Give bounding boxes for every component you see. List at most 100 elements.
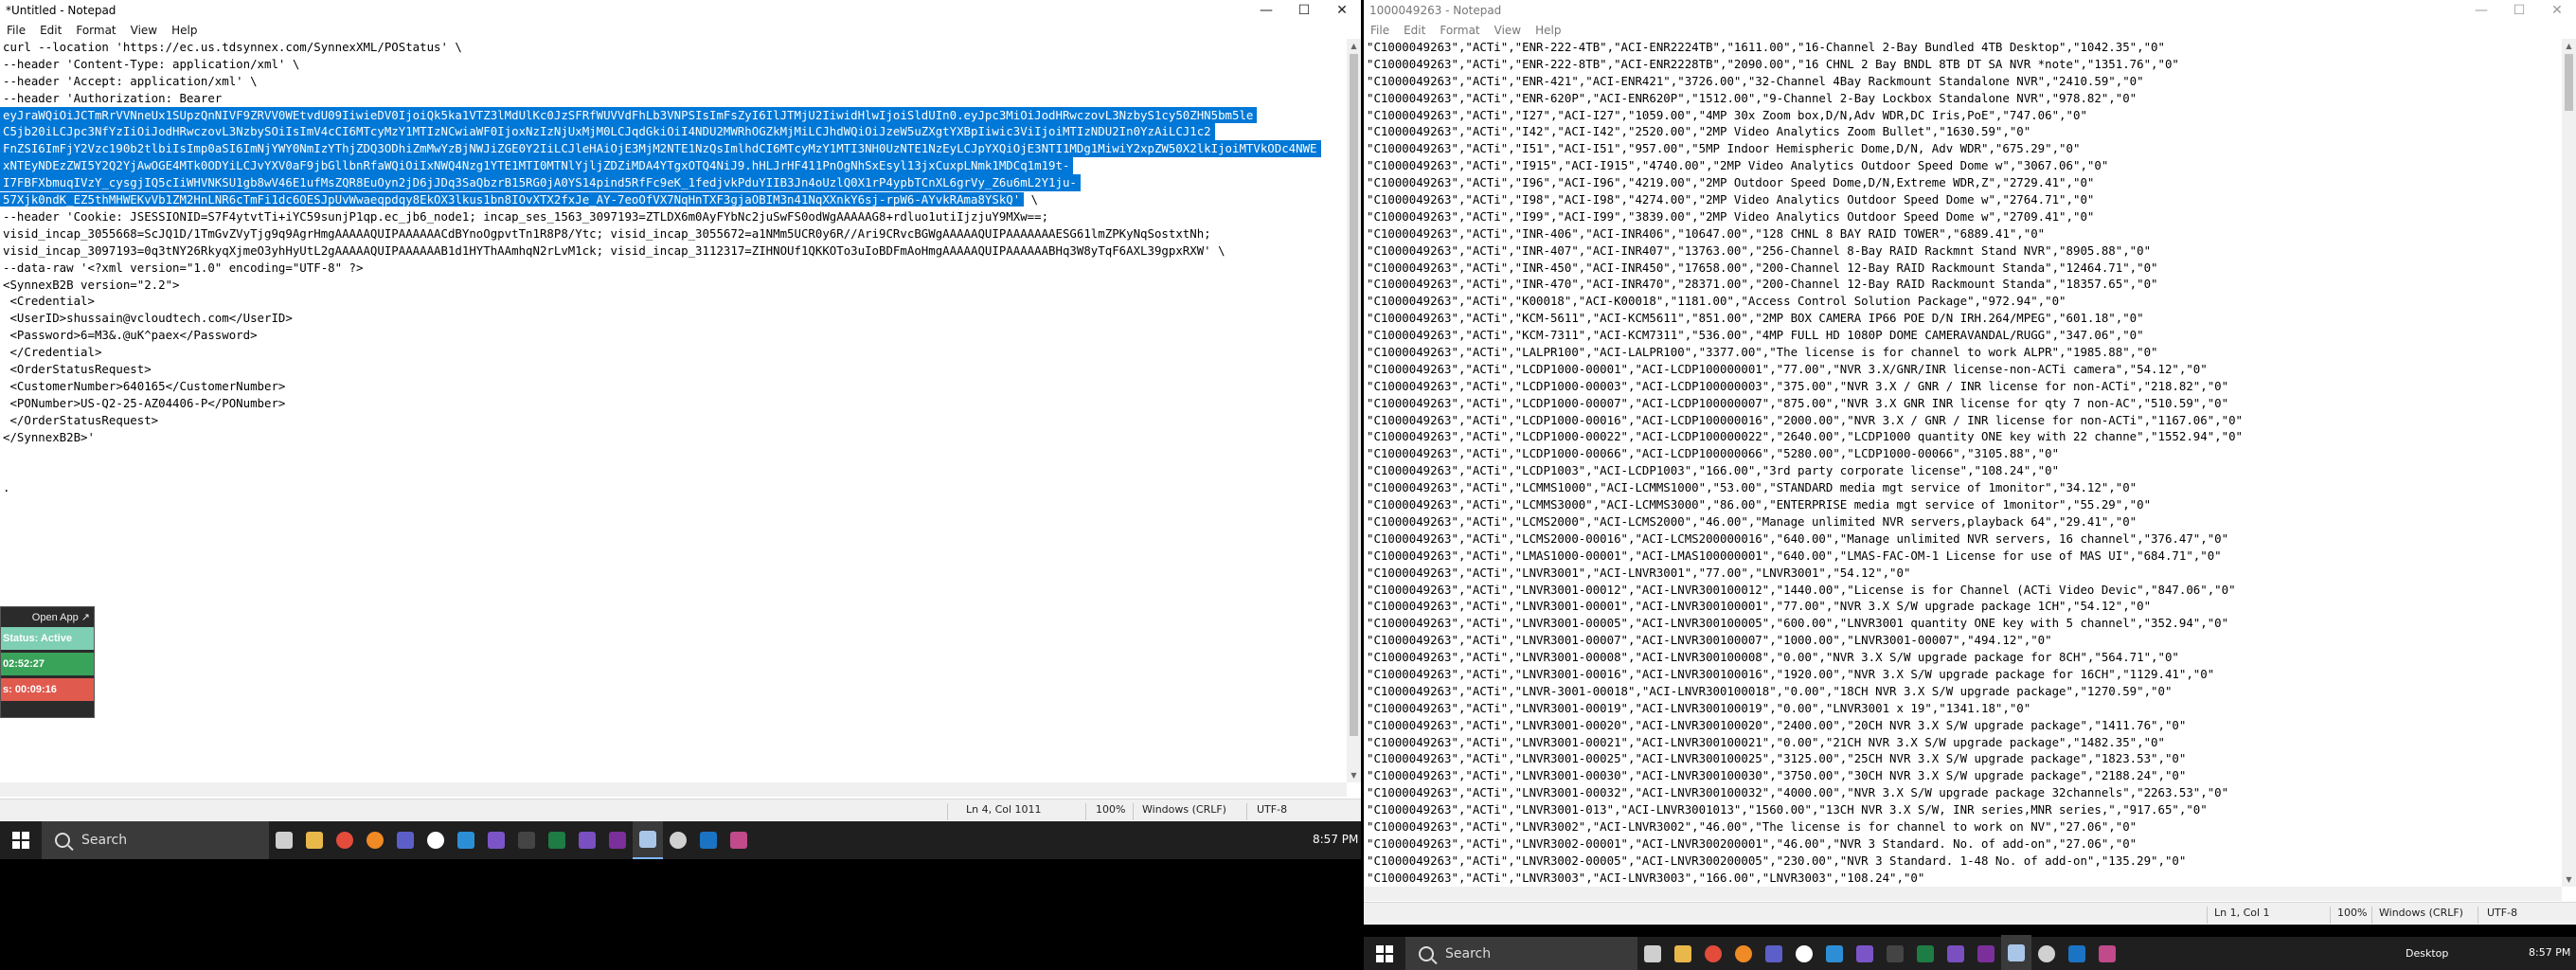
taskbar-notepad-button[interactable] (633, 821, 663, 859)
text-line (0, 445, 1347, 462)
app-purple-icon (1856, 944, 1873, 962)
scroll-up-icon[interactable]: ▲ (1347, 39, 1361, 53)
taskbar-app-dark-button[interactable] (511, 821, 542, 859)
menu-bar: File Edit Format View Help (0, 21, 1361, 39)
remaining-time: s: 00:09:16 (1, 678, 94, 701)
close-icon[interactable]: ✕ (1323, 0, 1361, 21)
text-editor[interactable]: curl --location 'https://ec.us.tdsynnex.… (0, 39, 1347, 782)
taskbar-app-misc-button[interactable] (2092, 935, 2122, 970)
csv-row: "C1000049263","ACTi","LALPR100","ACI-LAL… (1367, 345, 2158, 360)
start-button[interactable] (0, 821, 42, 859)
selected-text-line: C5jb20iLCJpc3NfYzIiOiJodHRwczovL3NzbySOi… (0, 123, 1215, 141)
menu-format[interactable]: Format (1433, 24, 1487, 37)
elapsed-time: 02:52:27 (1, 653, 94, 675)
taskbar-task-view-button[interactable] (1637, 935, 1668, 970)
taskbar-app-purple-button[interactable] (1850, 935, 1880, 970)
text-line: <SynnexB2B version="2.2"> (3, 277, 180, 292)
vertical-scrollbar[interactable]: ▲ ▼ (1347, 39, 1361, 782)
firefox-icon (367, 832, 384, 849)
menu-edit[interactable]: Edit (33, 24, 69, 37)
minimize-icon[interactable]: — (2462, 0, 2500, 21)
notepad-window-1000049263: 1000049263 - Notepad — ☐ ✕ File Edit For… (1364, 0, 2576, 925)
menu-edit[interactable]: Edit (1397, 24, 1433, 37)
taskbar-visual-studio-button[interactable] (572, 821, 602, 859)
taskbar-onenote-button[interactable] (602, 821, 633, 859)
windows-logo-icon (1376, 944, 1393, 962)
outlook-icon (2068, 944, 2085, 962)
taskbar-chrome-button[interactable] (330, 821, 360, 859)
taskbar-settings-button[interactable] (663, 821, 693, 859)
minimize-icon[interactable]: — (1247, 0, 1285, 21)
taskbar-search[interactable]: Search (1405, 937, 1637, 970)
taskbar-teams-button[interactable] (390, 821, 420, 859)
notepad-icon (639, 831, 656, 848)
taskbar-file-explorer-button[interactable] (1668, 935, 1698, 970)
taskbar-vscode-button[interactable] (1819, 935, 1850, 970)
selection-end: 57Xjk0ndK_EZ5thMHWEKvVb1ZM2HnLNR6cTmFi1d… (0, 192, 1025, 207)
app-circle-icon (1796, 944, 1813, 962)
settings-icon (670, 832, 687, 849)
menu-help[interactable]: Help (1529, 24, 1568, 37)
csv-row: "C1000049263","ACTi","LCMMS1000","ACI-LC… (1367, 480, 2138, 495)
zoom-level: 100% (1096, 803, 1126, 816)
maximize-icon[interactable]: ☐ (2500, 0, 2538, 21)
close-icon[interactable]: ✕ (2538, 0, 2576, 21)
text-line: --header 'Authorization: Bearer (3, 90, 223, 105)
taskbar-outlook-button[interactable] (2062, 935, 2092, 970)
open-app-link[interactable]: Open App ↗ (1, 607, 94, 627)
taskbar-app-purple-button[interactable] (481, 821, 511, 859)
taskbar-task-view-button[interactable] (269, 821, 299, 859)
start-button[interactable] (1364, 937, 1405, 970)
menu-view[interactable]: View (124, 24, 165, 37)
menu-file[interactable]: File (0, 24, 33, 37)
taskbar-visual-studio-button[interactable] (1941, 935, 1971, 970)
scroll-down-icon[interactable]: ▼ (1347, 768, 1361, 782)
text-editor[interactable]: "C1000049263","ACTi","ENR-222-4TB","ACI-… (1364, 39, 2562, 887)
taskbar-app-circle-button[interactable] (420, 821, 451, 859)
menu-view[interactable]: View (1488, 24, 1529, 37)
settings-icon (2038, 944, 2055, 962)
onenote-icon (1977, 944, 1995, 962)
scroll-up-icon[interactable]: ▲ (2562, 39, 2576, 53)
horizontal-scrollbar[interactable] (1364, 887, 2562, 901)
status-separator (2330, 907, 2331, 924)
menu-help[interactable]: Help (165, 24, 205, 37)
cursor-position: Ln 4, Col 1011 (966, 803, 1042, 816)
taskbar-notepad-button[interactable] (2001, 934, 2031, 970)
file-explorer-icon (1674, 944, 1691, 962)
taskbar-app-misc-button[interactable] (724, 821, 754, 859)
taskbar-outlook-button[interactable] (693, 821, 724, 859)
taskbar-excel-button[interactable] (542, 821, 572, 859)
horizontal-scrollbar[interactable] (0, 782, 1347, 797)
taskbar-vscode-button[interactable] (451, 821, 481, 859)
csv-row: "C1000049263","ACTi","LNVR3001-013","ACI… (1367, 802, 2208, 817)
menu-format[interactable]: Format (69, 24, 123, 37)
vertical-scrollbar[interactable]: ▲ ▼ (2562, 39, 2576, 887)
taskbar-app-circle-button[interactable] (1789, 935, 1819, 970)
taskbar-onenote-button[interactable] (1971, 935, 2001, 970)
scroll-down-icon[interactable]: ▼ (2562, 872, 2576, 887)
scrollbar-thumb[interactable] (1350, 54, 1358, 736)
csv-row: "C1000049263","ACTi","KCM-5611","ACI-KCM… (1367, 311, 2144, 326)
csv-row: "C1000049263","ACTi","ENR-222-4TB","ACI-… (1367, 40, 2165, 54)
csv-row: "C1000049263","ACTi","KCM-7311","ACI-KCM… (1367, 328, 2144, 343)
menu-file[interactable]: File (1364, 24, 1397, 37)
search-label: Search (81, 833, 128, 848)
taskbar-file-explorer-button[interactable] (299, 821, 330, 859)
taskbar-teams-button[interactable] (1759, 935, 1789, 970)
taskbar-firefox-button[interactable] (1728, 935, 1759, 970)
app-dark-icon (518, 832, 535, 849)
taskbar-app-dark-button[interactable] (1880, 935, 1910, 970)
taskbar-search[interactable]: Search (42, 821, 269, 859)
onenote-icon (609, 832, 626, 849)
taskbar-settings-button[interactable] (2031, 935, 2062, 970)
selected-text-last-line: 57Xjk0ndK_EZ5thMHWEKvVb1ZM2HnLNR6cTmFi1d… (0, 191, 1347, 208)
taskbar-chrome-button[interactable] (1698, 935, 1728, 970)
taskbar-excel-button[interactable] (1910, 935, 1941, 970)
maximize-icon[interactable]: ☐ (1285, 0, 1323, 21)
desktop-toolbar[interactable]: Desktop (2406, 947, 2448, 960)
scrollbar-thumb[interactable] (2565, 54, 2573, 111)
app-purple-icon (488, 832, 505, 849)
taskbar-firefox-button[interactable] (360, 821, 390, 859)
csv-row: "C1000049263","ACTi","INR-407","ACI-INR4… (1367, 242, 2152, 258)
